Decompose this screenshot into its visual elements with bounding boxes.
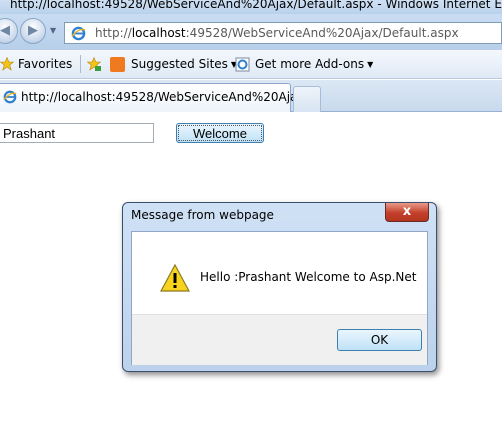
dialog-message: Hello :Prashant Welcome to Asp.Net bbox=[200, 270, 417, 284]
get-addons-button[interactable]: Get more Add-ons ▼ bbox=[255, 57, 373, 71]
tab-bar: http://localhost:49528/WebServiceAnd%20A… bbox=[0, 80, 502, 112]
dialog-title: Message from webpage bbox=[131, 208, 274, 222]
add-favorite-icon[interactable] bbox=[87, 57, 101, 71]
address-bar[interactable]: http://localhost:49528/WebServiceAnd%20A… bbox=[64, 22, 502, 44]
close-icon: x bbox=[402, 204, 412, 219]
favorites-star-icon[interactable] bbox=[0, 57, 14, 71]
warning-icon bbox=[160, 264, 190, 292]
forward-button[interactable]: ▶ bbox=[20, 18, 46, 44]
back-icon: ◀ bbox=[0, 23, 10, 38]
url-prefix: http:// bbox=[95, 26, 132, 40]
tab-active[interactable]: http://localhost:49528/WebServiceAnd%20A… bbox=[0, 83, 320, 112]
suggested-sites-label: Suggested Sites bbox=[131, 57, 228, 71]
back-button[interactable]: ◀ bbox=[0, 18, 18, 44]
name-input[interactable] bbox=[0, 123, 154, 143]
address-url[interactable]: http://localhost:49528/WebServiceAnd%20A… bbox=[95, 26, 459, 40]
dialog-body: Hello :Prashant Welcome to Asp.Net OK bbox=[131, 231, 428, 365]
ok-button[interactable]: OK bbox=[337, 329, 422, 351]
favorites-button[interactable]: Favorites bbox=[18, 57, 72, 71]
forward-icon: ▶ bbox=[28, 23, 38, 38]
tab-title: http://localhost:49528/WebServiceAnd%20A… bbox=[21, 90, 320, 104]
new-tab-button[interactable] bbox=[293, 86, 321, 112]
window-title: http://localhost:49528/WebServiceAnd%20A… bbox=[10, 0, 502, 11]
window-title-bar: http://localhost:49528/WebServiceAnd%20A… bbox=[0, 0, 502, 14]
dialog-close-button[interactable]: x bbox=[385, 203, 429, 222]
url-host: localhost bbox=[131, 26, 186, 40]
welcome-button[interactable]: Welcome bbox=[176, 123, 264, 143]
navigation-bar: ◀ ▶ ▼ http://localhost:49528/WebServiceA… bbox=[0, 14, 502, 50]
favorites-bar: Favorites Suggested Sites ▼ Get more Add-… bbox=[0, 50, 502, 79]
url-rest: :49528/WebServiceAnd%20Ajax/Default.aspx bbox=[185, 26, 459, 40]
addons-icon bbox=[235, 57, 250, 72]
divider bbox=[80, 55, 81, 73]
recent-pages-dropdown[interactable]: ▼ bbox=[50, 26, 56, 35]
message-dialog: Message from webpage x Hello :Prashant W… bbox=[122, 202, 437, 372]
suggested-sites-button[interactable]: Suggested Sites ▼ bbox=[131, 57, 237, 71]
ie-logo-icon bbox=[3, 90, 17, 104]
ie-logo-icon bbox=[71, 26, 86, 41]
chevron-down-icon: ▼ bbox=[367, 60, 374, 69]
addons-label: Get more Add-ons bbox=[255, 57, 365, 71]
suggested-sites-icon bbox=[110, 57, 125, 72]
